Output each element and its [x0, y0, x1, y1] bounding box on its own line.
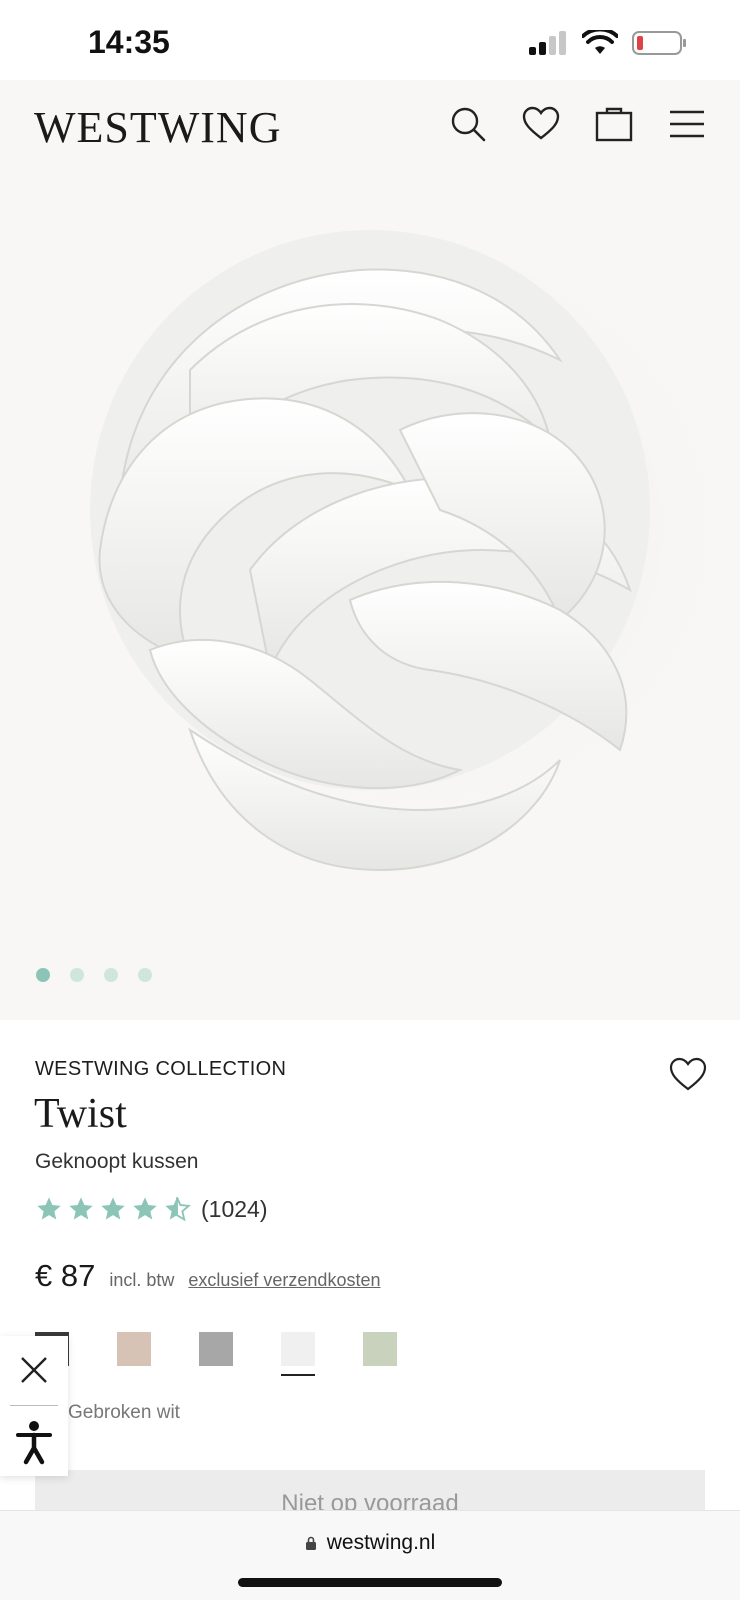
home-indicator — [238, 1578, 502, 1587]
heart-icon[interactable] — [521, 104, 561, 144]
carousel-dot-1[interactable] — [36, 968, 50, 982]
carousel-dots — [36, 968, 152, 982]
product-subtitle: Geknoopt kussen — [35, 1150, 199, 1173]
half-star-icon — [165, 1196, 191, 1222]
price-row: € 87 incl. btw exclusief verzendkosten — [35, 1258, 380, 1294]
knot-cushion-image — [80, 210, 740, 872]
product-rating[interactable]: (1024) — [35, 1195, 267, 1223]
status-bar: 14:35 — [0, 0, 740, 80]
carousel-dot-4[interactable] — [138, 968, 152, 982]
battery-icon — [632, 31, 686, 55]
rating-count: (1024) — [201, 1195, 268, 1222]
status-time: 14:35 — [88, 24, 170, 60]
site-header: WESTWING — [0, 80, 740, 170]
search-icon[interactable] — [448, 104, 488, 144]
bag-icon[interactable] — [594, 104, 634, 144]
star-icon — [69, 1197, 93, 1220]
signal-icon — [529, 31, 566, 55]
shipping-costs-link[interactable]: exclusief verzendkosten — [188, 1270, 380, 1291]
close-icon[interactable] — [0, 1336, 68, 1404]
swatch-sage[interactable] — [363, 1332, 397, 1366]
product-price: € 87 — [35, 1258, 96, 1293]
selected-color-label: Gebroken wit — [68, 1402, 180, 1423]
color-swatches — [35, 1332, 397, 1376]
status-icons — [528, 28, 688, 58]
wishlist-heart-icon[interactable] — [668, 1056, 708, 1092]
star-icon — [37, 1197, 61, 1220]
carousel-dot-2[interactable] — [70, 968, 84, 982]
product-image-carousel[interactable] — [0, 170, 740, 1020]
widget-divider — [10, 1405, 58, 1406]
vat-note: incl. btw — [109, 1270, 175, 1290]
lock-icon — [305, 1536, 316, 1550]
product-name: Twist — [34, 1091, 127, 1137]
accessibility-icon[interactable] — [0, 1408, 68, 1476]
carousel-dot-3[interactable] — [104, 968, 118, 982]
westwing-logo[interactable]: WESTWING — [34, 102, 282, 153]
swatch-beige[interactable] — [117, 1332, 151, 1366]
wifi-icon — [582, 30, 618, 54]
accessibility-widget — [0, 1336, 68, 1476]
swatch-off-white[interactable] — [281, 1332, 315, 1376]
url-display[interactable]: westwing.nl — [0, 1531, 740, 1555]
swatch-grey[interactable] — [199, 1332, 233, 1366]
menu-icon[interactable] — [667, 104, 707, 144]
url-text: westwing.nl — [326, 1531, 436, 1554]
star-icon — [101, 1197, 125, 1220]
star-icon — [133, 1197, 157, 1220]
product-brand[interactable]: WESTWING COLLECTION — [35, 1058, 286, 1081]
